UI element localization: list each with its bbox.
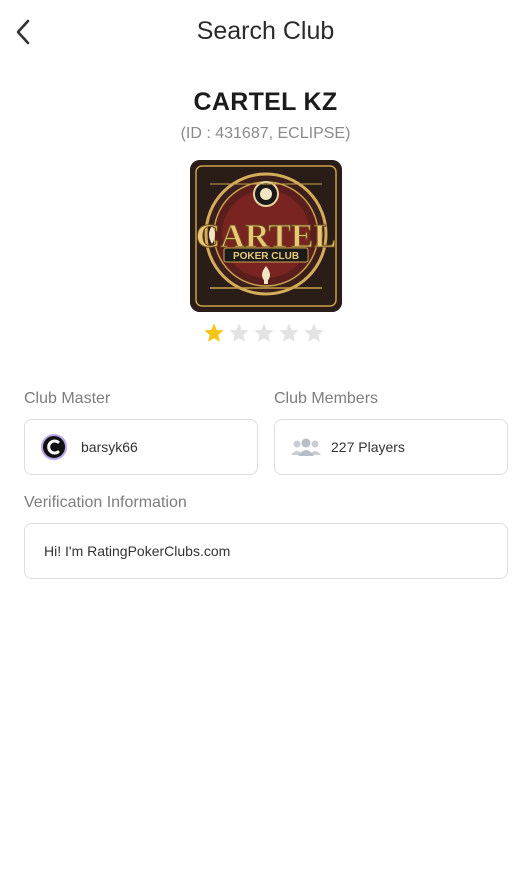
- avatar-icon: [47, 439, 60, 455]
- star-filled-icon: [204, 323, 224, 342]
- club-name: CARTEL KZ: [193, 88, 338, 116]
- club-master-label: Club Master: [24, 390, 111, 407]
- star-empty-icon: [304, 323, 324, 342]
- users-icon: [291, 438, 321, 456]
- club-master-card[interactable]: barsyk66: [24, 419, 258, 475]
- verification-text: Hi! I'm RatingPokerClubs.com: [44, 543, 231, 559]
- star-empty-icon: [279, 323, 299, 342]
- club-members-count: 227 Players: [331, 439, 405, 455]
- avatar: [41, 434, 67, 460]
- club-members-label: Club Members: [274, 390, 379, 407]
- verification-card: Hi! I'm RatingPokerClubs.com: [24, 523, 508, 579]
- page-title: Search Club: [196, 17, 335, 45]
- club-master-name: barsyk66: [81, 439, 138, 455]
- logo-subtitle: POKER CLUB: [233, 251, 299, 262]
- club-logo-image: CARTEL POKER CLUB: [190, 160, 342, 312]
- star-empty-icon: [229, 323, 249, 342]
- club-logo: CARTEL POKER CLUB: [190, 160, 342, 312]
- star-rating: [203, 321, 325, 345]
- star-empty-icon: [254, 323, 274, 342]
- verification-label: Verification Information: [24, 494, 187, 511]
- club-id: (ID : 431687, ECLIPSE): [180, 125, 351, 142]
- club-members-card[interactable]: 227 Players: [274, 419, 508, 475]
- header: Search Club: [0, 0, 531, 62]
